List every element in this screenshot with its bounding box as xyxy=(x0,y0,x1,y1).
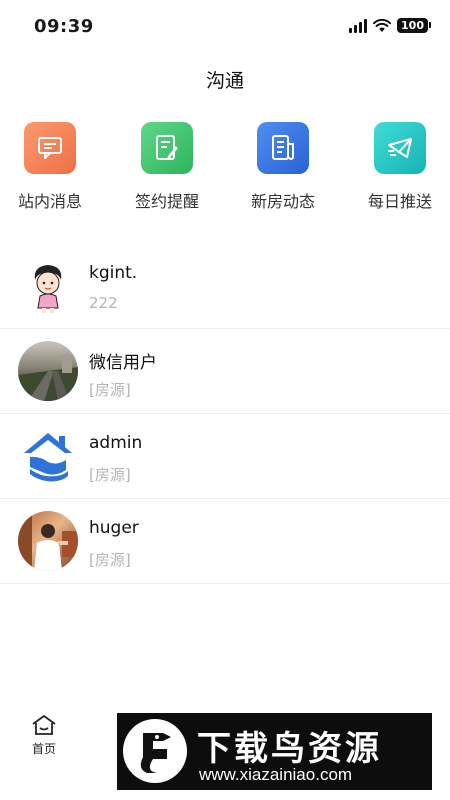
conversation-name: 微信用户 xyxy=(89,353,157,373)
shortcut-daily-push[interactable]: 每日推送 xyxy=(342,122,450,212)
conversation-preview: [房源] xyxy=(89,466,131,484)
mail-icon xyxy=(374,122,426,174)
conversation-row[interactable]: kgint. 222 xyxy=(0,244,450,329)
watermark-url: www.xiazainiao.com xyxy=(199,765,353,784)
wifi-icon xyxy=(373,18,392,32)
conversation-list: kgint. 222 微信用户 [房源] admin [房源] huger [房… xyxy=(0,244,450,584)
conversation-preview: [房源] xyxy=(89,381,131,399)
watermark-banner: 下载鸟资源 www.xiazainiao.com xyxy=(117,713,432,790)
conversation-name: admin xyxy=(89,433,143,453)
document-icon xyxy=(257,122,309,174)
shortcut-label: 每日推送 xyxy=(367,192,432,211)
street-photo-avatar xyxy=(18,341,78,401)
shortcut-sign-reminder[interactable]: 签约提醒 xyxy=(109,122,225,212)
shortcut-new-house-news[interactable]: 新房动态 xyxy=(225,122,341,212)
page-title: 沟通 xyxy=(205,70,244,92)
conversation-row[interactable]: 微信用户 [房源] xyxy=(0,329,450,414)
conversation-row[interactable]: admin [房源] xyxy=(0,414,450,499)
shortcut-grid: 站内消息 签约提醒 新房动态 每日推送 xyxy=(0,122,450,222)
bird-logo-icon xyxy=(123,719,187,783)
watermark-title: 下载鸟资源 xyxy=(197,729,382,769)
status-bar: 09:39 100 xyxy=(0,0,450,56)
shortcut-label: 签约提醒 xyxy=(134,192,199,211)
conversation-row[interactable]: huger [房源] xyxy=(0,499,450,584)
status-icons: 100 xyxy=(349,18,431,33)
person-photo-avatar xyxy=(18,511,78,571)
house-logo-avatar xyxy=(18,426,78,486)
conversation-preview: 222 xyxy=(89,294,118,312)
tab-home-label: 首页 xyxy=(31,742,56,756)
shortcut-label: 站内消息 xyxy=(17,192,82,211)
shortcut-label: 新房动态 xyxy=(250,192,315,211)
conversation-preview: [房源] xyxy=(89,551,131,569)
cartoon-avatar xyxy=(18,256,78,316)
home-icon xyxy=(32,715,56,735)
message-icon xyxy=(24,122,76,174)
conversation-name: kgint. xyxy=(89,263,138,283)
conversation-name: huger xyxy=(89,518,139,538)
shortcut-site-messages[interactable]: 站内消息 xyxy=(0,122,108,212)
status-time: 09:39 xyxy=(34,16,94,37)
signal-icon xyxy=(349,18,368,33)
tab-home[interactable]: 首页 xyxy=(22,714,66,757)
battery-indicator: 100 xyxy=(397,18,431,33)
sign-reminder-icon xyxy=(141,122,193,174)
